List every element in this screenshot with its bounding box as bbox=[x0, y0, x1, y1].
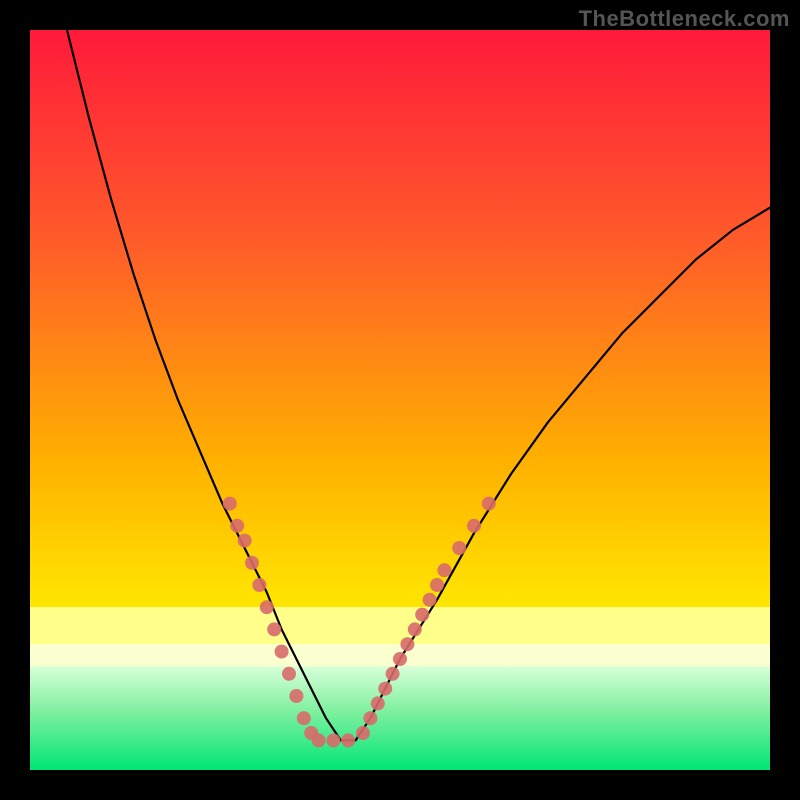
plot-area bbox=[30, 30, 770, 770]
marker-dot bbox=[415, 608, 429, 622]
marker-dot bbox=[252, 578, 266, 592]
chart-frame: TheBottleneck.com bbox=[0, 0, 800, 800]
marker-dot bbox=[400, 637, 414, 651]
marker-dot bbox=[430, 578, 444, 592]
marker-dot bbox=[267, 622, 281, 636]
marker-dot bbox=[371, 696, 385, 710]
marker-dot bbox=[356, 726, 370, 740]
marker-dot bbox=[341, 733, 355, 747]
marker-dot bbox=[230, 519, 244, 533]
marker-dot bbox=[297, 711, 311, 725]
marker-dot bbox=[452, 541, 466, 555]
marker-dot bbox=[437, 563, 451, 577]
marker-dot bbox=[289, 689, 303, 703]
marker-dot bbox=[223, 497, 237, 511]
marker-dot bbox=[408, 622, 422, 636]
marker-dot bbox=[245, 556, 259, 570]
marker-dot bbox=[363, 711, 377, 725]
marker-dot bbox=[482, 497, 496, 511]
marker-dot bbox=[282, 667, 296, 681]
marker-dot bbox=[378, 682, 392, 696]
marker-dot bbox=[275, 645, 289, 659]
marker-dot bbox=[326, 733, 340, 747]
marker-dot bbox=[260, 600, 274, 614]
marker-dot bbox=[467, 519, 481, 533]
marker-dot bbox=[386, 667, 400, 681]
bottleneck-chart bbox=[30, 30, 770, 770]
marker-dot bbox=[393, 652, 407, 666]
marker-dot bbox=[423, 593, 437, 607]
watermark-text: TheBottleneck.com bbox=[579, 6, 790, 32]
marker-dot bbox=[238, 534, 252, 548]
marker-dot bbox=[312, 733, 326, 747]
